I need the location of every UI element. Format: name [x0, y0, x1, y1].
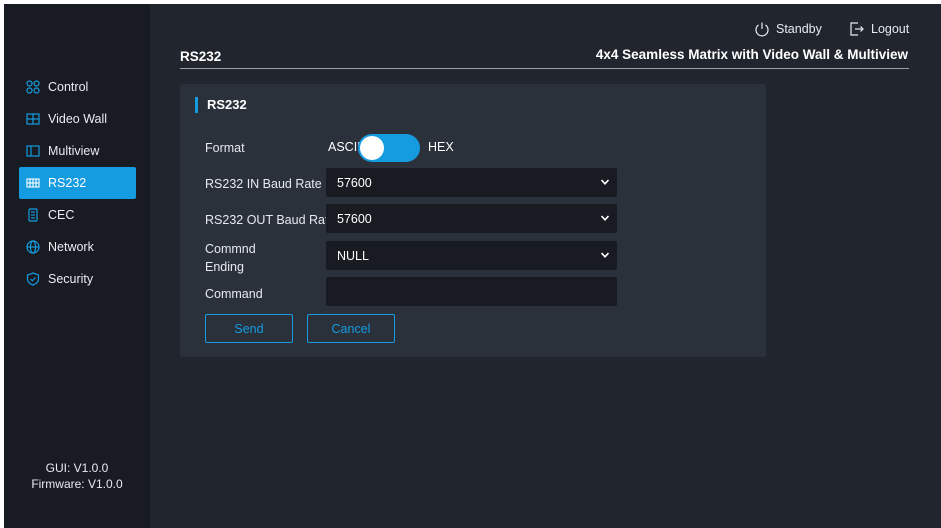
logout-button[interactable]: Logout: [849, 21, 909, 37]
sidebar-item-label: Network: [48, 240, 94, 254]
cec-icon: [26, 208, 40, 222]
sidebar-item-network[interactable]: Network: [19, 231, 136, 263]
standby-label: Standby: [776, 22, 822, 36]
sidebar-item-multiview[interactable]: Multiview: [19, 135, 136, 167]
multiview-icon: [26, 144, 40, 158]
ending-value: NULL: [337, 248, 369, 263]
format-ascii-label: ASCII: [328, 140, 361, 154]
sidebar-item-security[interactable]: Security: [19, 263, 136, 295]
chevron-down-icon: [600, 252, 610, 258]
chevron-down-icon: [600, 215, 610, 221]
gui-version: GUI: V1.0.0: [45, 461, 109, 475]
power-icon: [755, 22, 769, 37]
card-title: RS232: [195, 97, 247, 113]
shield-icon: [26, 272, 40, 286]
ending-label-line2: Ending: [205, 260, 244, 274]
standby-button[interactable]: Standby: [754, 21, 822, 37]
firmware-version: Firmware: V1.0.0: [31, 477, 123, 491]
command-input[interactable]: [326, 277, 617, 306]
chevron-down-icon: [600, 179, 610, 185]
in-baud-select[interactable]: 57600: [326, 168, 617, 197]
format-hex-label: HEX: [428, 140, 454, 154]
format-toggle[interactable]: [358, 134, 420, 162]
rs232-card: RS232 Format ASCII HEX RS232 IN Baud Rat…: [180, 84, 766, 357]
format-label: Format: [205, 141, 245, 155]
sidebar-item-rs232[interactable]: RS232: [19, 167, 136, 199]
out-baud-select[interactable]: 57600: [326, 204, 617, 233]
toggle-knob: [360, 136, 384, 160]
sidebar: Control Video Wall Multiview RS232 CEC N…: [4, 4, 150, 528]
globe-icon: [26, 240, 40, 254]
sidebar-item-label: Video Wall: [48, 112, 108, 126]
sidebar-item-label: Control: [48, 80, 89, 94]
header-divider: [180, 68, 909, 69]
control-icon: [26, 80, 40, 94]
command-label: Command: [205, 287, 263, 301]
page-title: RS232: [180, 49, 222, 64]
ending-select[interactable]: NULL: [326, 241, 617, 270]
sidebar-item-label: Security: [48, 272, 94, 286]
device-name: 4x4 Seamless Matrix with Video Wall & Mu…: [595, 47, 908, 62]
in-baud-label: RS232 IN Baud Rate: [205, 177, 322, 191]
main-content: Standby Logout RS232 4x4 Seamless Matrix…: [150, 4, 941, 528]
cancel-button[interactable]: Cancel: [307, 314, 395, 343]
rs232-icon: [26, 176, 40, 190]
send-button[interactable]: Send: [205, 314, 293, 343]
sidebar-item-label: Multiview: [48, 144, 100, 158]
in-baud-value: 57600: [337, 175, 372, 190]
sidebar-item-cec[interactable]: CEC: [19, 199, 136, 231]
video-wall-icon: [26, 112, 40, 126]
logout-label: Logout: [871, 22, 910, 36]
sidebar-item-video-wall[interactable]: Video Wall: [19, 103, 136, 135]
sidebar-item-label: CEC: [48, 208, 75, 222]
sidebar-item-label: RS232: [48, 176, 87, 190]
logout-icon: [850, 22, 864, 36]
sidebar-item-control[interactable]: Control: [19, 71, 136, 103]
ending-label-line1: Commnd: [205, 242, 256, 256]
out-baud-label: RS232 OUT Baud Rate: [205, 213, 336, 227]
out-baud-value: 57600: [337, 211, 372, 226]
